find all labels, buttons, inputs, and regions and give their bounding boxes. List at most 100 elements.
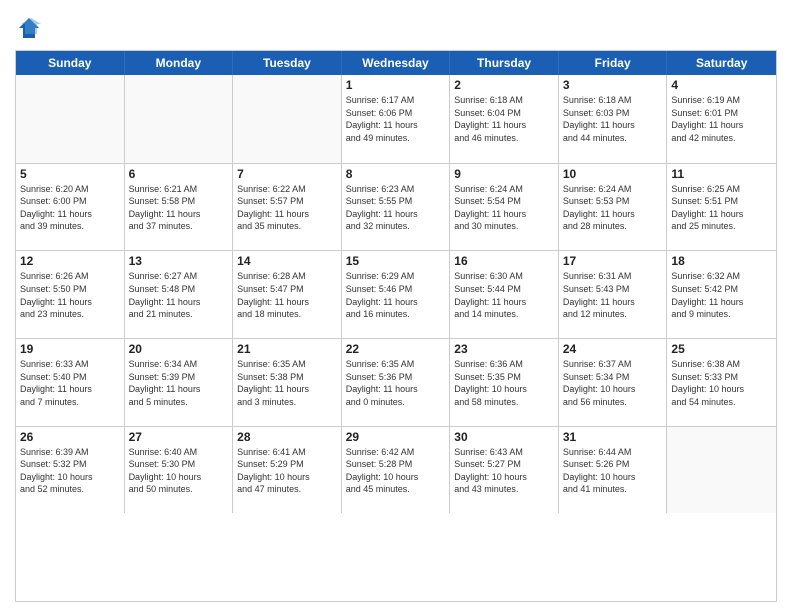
- day-info: Sunrise: 6:18 AM Sunset: 6:04 PM Dayligh…: [454, 94, 554, 144]
- day-info: Sunrise: 6:32 AM Sunset: 5:42 PM Dayligh…: [671, 270, 772, 320]
- day-number: 18: [671, 254, 772, 268]
- day-info: Sunrise: 6:19 AM Sunset: 6:01 PM Dayligh…: [671, 94, 772, 144]
- day-info: Sunrise: 6:35 AM Sunset: 5:38 PM Dayligh…: [237, 358, 337, 408]
- calendar-day-cell: 9 Sunrise: 6:24 AM Sunset: 5:54 PM Daylig…: [450, 164, 559, 251]
- day-number: 24: [563, 342, 663, 356]
- day-info: Sunrise: 6:42 AM Sunset: 5:28 PM Dayligh…: [346, 446, 446, 496]
- day-number: 10: [563, 167, 663, 181]
- day-number: 17: [563, 254, 663, 268]
- day-info: Sunrise: 6:39 AM Sunset: 5:32 PM Dayligh…: [20, 446, 120, 496]
- calendar-day-cell: 22 Sunrise: 6:35 AM Sunset: 5:36 PM Dayli…: [342, 339, 451, 426]
- calendar-day-cell: 15 Sunrise: 6:29 AM Sunset: 5:46 PM Dayli…: [342, 251, 451, 338]
- calendar-header: SundayMondayTuesdayWednesdayThursdayFrid…: [16, 51, 776, 75]
- page: SundayMondayTuesdayWednesdayThursdayFrid…: [0, 0, 792, 612]
- day-info: Sunrise: 6:21 AM Sunset: 5:58 PM Dayligh…: [129, 183, 229, 233]
- calendar-row: 1 Sunrise: 6:17 AM Sunset: 6:06 PM Daylig…: [16, 75, 776, 163]
- day-info: Sunrise: 6:36 AM Sunset: 5:35 PM Dayligh…: [454, 358, 554, 408]
- day-info: Sunrise: 6:31 AM Sunset: 5:43 PM Dayligh…: [563, 270, 663, 320]
- weekday-header: Sunday: [16, 51, 125, 75]
- calendar-day-cell: 27 Sunrise: 6:40 AM Sunset: 5:30 PM Dayli…: [125, 427, 234, 514]
- calendar-day-cell: 8 Sunrise: 6:23 AM Sunset: 5:55 PM Daylig…: [342, 164, 451, 251]
- day-info: Sunrise: 6:37 AM Sunset: 5:34 PM Dayligh…: [563, 358, 663, 408]
- calendar-day-cell: 4Sunrise: 6:19 AM Sunset: 6:01 PM Daylig…: [667, 75, 776, 163]
- day-number: 8: [346, 167, 446, 181]
- calendar-day-cell: 14 Sunrise: 6:28 AM Sunset: 5:47 PM Dayli…: [233, 251, 342, 338]
- day-info: Sunrise: 6:17 AM Sunset: 6:06 PM Dayligh…: [346, 94, 446, 144]
- day-info: Sunrise: 6:27 AM Sunset: 5:48 PM Dayligh…: [129, 270, 229, 320]
- day-info: Sunrise: 6:41 AM Sunset: 5:29 PM Dayligh…: [237, 446, 337, 496]
- empty-cell: [125, 75, 234, 163]
- empty-cell: [16, 75, 125, 163]
- calendar-day-cell: 21 Sunrise: 6:35 AM Sunset: 5:38 PM Dayli…: [233, 339, 342, 426]
- day-number: 6: [129, 167, 229, 181]
- calendar-day-cell: 26 Sunrise: 6:39 AM Sunset: 5:32 PM Dayli…: [16, 427, 125, 514]
- weekday-header: Friday: [559, 51, 668, 75]
- day-number: 5: [20, 167, 120, 181]
- day-info: Sunrise: 6:35 AM Sunset: 5:36 PM Dayligh…: [346, 358, 446, 408]
- day-number: 28: [237, 430, 337, 444]
- weekday-header: Wednesday: [342, 51, 451, 75]
- empty-cell: [667, 427, 776, 514]
- calendar-day-cell: 2 Sunrise: 6:18 AM Sunset: 6:04 PM Daylig…: [450, 75, 559, 163]
- weekday-header: Tuesday: [233, 51, 342, 75]
- calendar-day-cell: 6 Sunrise: 6:21 AM Sunset: 5:58 PM Daylig…: [125, 164, 234, 251]
- calendar-day-cell: 24 Sunrise: 6:37 AM Sunset: 5:34 PM Dayli…: [559, 339, 668, 426]
- calendar-day-cell: 17 Sunrise: 6:31 AM Sunset: 5:43 PM Dayli…: [559, 251, 668, 338]
- day-number: 26: [20, 430, 120, 444]
- day-info: Sunrise: 6:33 AM Sunset: 5:40 PM Dayligh…: [20, 358, 120, 408]
- calendar-day-cell: 16 Sunrise: 6:30 AM Sunset: 5:44 PM Dayli…: [450, 251, 559, 338]
- day-number: 27: [129, 430, 229, 444]
- calendar-day-cell: 12Sunrise: 6:26 AM Sunset: 5:50 PM Dayli…: [16, 251, 125, 338]
- calendar-day-cell: 30Sunrise: 6:43 AM Sunset: 5:27 PM Dayli…: [450, 427, 559, 514]
- day-number: 14: [237, 254, 337, 268]
- calendar-day-cell: 23 Sunrise: 6:36 AM Sunset: 5:35 PM Dayli…: [450, 339, 559, 426]
- weekday-header: Monday: [125, 51, 234, 75]
- day-number: 23: [454, 342, 554, 356]
- calendar-body: 1 Sunrise: 6:17 AM Sunset: 6:06 PM Daylig…: [16, 75, 776, 601]
- calendar-day-cell: 19 Sunrise: 6:33 AM Sunset: 5:40 PM Dayli…: [16, 339, 125, 426]
- logo-icon: [15, 14, 43, 42]
- calendar-day-cell: 10Sunrise: 6:24 AM Sunset: 5:53 PM Dayli…: [559, 164, 668, 251]
- day-number: 12: [20, 254, 120, 268]
- calendar-day-cell: 20 Sunrise: 6:34 AM Sunset: 5:39 PM Dayli…: [125, 339, 234, 426]
- day-number: 22: [346, 342, 446, 356]
- calendar-day-cell: 13 Sunrise: 6:27 AM Sunset: 5:48 PM Dayli…: [125, 251, 234, 338]
- day-number: 15: [346, 254, 446, 268]
- day-number: 29: [346, 430, 446, 444]
- day-number: 16: [454, 254, 554, 268]
- calendar-day-cell: 29 Sunrise: 6:42 AM Sunset: 5:28 PM Dayli…: [342, 427, 451, 514]
- calendar-row: 26 Sunrise: 6:39 AM Sunset: 5:32 PM Dayli…: [16, 426, 776, 514]
- day-number: 1: [346, 78, 446, 92]
- day-info: Sunrise: 6:24 AM Sunset: 5:54 PM Dayligh…: [454, 183, 554, 233]
- header: [15, 10, 777, 42]
- empty-cell: [233, 75, 342, 163]
- day-info: Sunrise: 6:43 AM Sunset: 5:27 PM Dayligh…: [454, 446, 554, 496]
- day-number: 31: [563, 430, 663, 444]
- day-number: 9: [454, 167, 554, 181]
- calendar-day-cell: 7Sunrise: 6:22 AM Sunset: 5:57 PM Daylig…: [233, 164, 342, 251]
- day-number: 20: [129, 342, 229, 356]
- day-number: 11: [671, 167, 772, 181]
- day-info: Sunrise: 6:34 AM Sunset: 5:39 PM Dayligh…: [129, 358, 229, 408]
- day-number: 13: [129, 254, 229, 268]
- logo: [15, 14, 47, 42]
- calendar-day-cell: 31Sunrise: 6:44 AM Sunset: 5:26 PM Dayli…: [559, 427, 668, 514]
- day-number: 3: [563, 78, 663, 92]
- calendar-day-cell: 1 Sunrise: 6:17 AM Sunset: 6:06 PM Daylig…: [342, 75, 451, 163]
- calendar-day-cell: 5 Sunrise: 6:20 AM Sunset: 6:00 PM Daylig…: [16, 164, 125, 251]
- day-info: Sunrise: 6:20 AM Sunset: 6:00 PM Dayligh…: [20, 183, 120, 233]
- calendar-day-cell: 18 Sunrise: 6:32 AM Sunset: 5:42 PM Dayli…: [667, 251, 776, 338]
- day-info: Sunrise: 6:23 AM Sunset: 5:55 PM Dayligh…: [346, 183, 446, 233]
- day-info: Sunrise: 6:28 AM Sunset: 5:47 PM Dayligh…: [237, 270, 337, 320]
- day-info: Sunrise: 6:38 AM Sunset: 5:33 PM Dayligh…: [671, 358, 772, 408]
- calendar-day-cell: 11 Sunrise: 6:25 AM Sunset: 5:51 PM Dayli…: [667, 164, 776, 251]
- day-number: 2: [454, 78, 554, 92]
- weekday-header: Saturday: [667, 51, 776, 75]
- day-info: Sunrise: 6:25 AM Sunset: 5:51 PM Dayligh…: [671, 183, 772, 233]
- day-number: 19: [20, 342, 120, 356]
- day-number: 25: [671, 342, 772, 356]
- day-info: Sunrise: 6:40 AM Sunset: 5:30 PM Dayligh…: [129, 446, 229, 496]
- day-info: Sunrise: 6:29 AM Sunset: 5:46 PM Dayligh…: [346, 270, 446, 320]
- day-info: Sunrise: 6:30 AM Sunset: 5:44 PM Dayligh…: [454, 270, 554, 320]
- day-number: 21: [237, 342, 337, 356]
